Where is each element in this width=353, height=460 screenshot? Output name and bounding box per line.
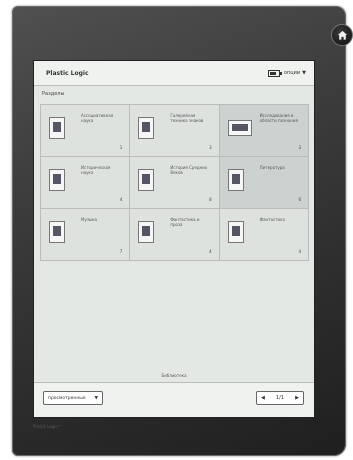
- collection-name: История Средних Веков: [170, 165, 208, 175]
- collection-name: Историческая наука: [81, 165, 111, 175]
- options-label: опции: [283, 70, 301, 76]
- collection-count: 4: [298, 249, 301, 254]
- book-cover-thumbnail: [227, 120, 252, 136]
- page-indicator: 1/1: [275, 395, 285, 401]
- home-icon: [337, 30, 347, 40]
- chevron-down-icon: ▼: [94, 395, 98, 401]
- collection-name: Фантастика и проза: [170, 217, 200, 227]
- book-cover-thumbnail: [138, 169, 155, 191]
- collection-count: 7: [119, 249, 123, 254]
- collection-name: Литература: [259, 165, 285, 170]
- collection-name: Музыка: [81, 217, 97, 222]
- battery-icon: [267, 69, 282, 77]
- collection-name: Галерейная техника знаков: [170, 113, 204, 123]
- app-title: Plastic Logic: [46, 69, 89, 77]
- book-cover-thumbnail: [138, 221, 155, 243]
- home-button[interactable]: [331, 24, 353, 46]
- book-cover-thumbnail: [49, 117, 65, 139]
- collection-count: 3: [298, 145, 301, 150]
- collection-tile[interactable]: Ассоциативная наука 1: [41, 105, 131, 157]
- book-cover-thumbnail: [138, 117, 155, 139]
- collection-name: Ассоциативная наука: [81, 113, 114, 123]
- collection-tile[interactable]: Литература 6: [219, 157, 309, 209]
- top-bar: Plastic Logic опции ▼: [34, 61, 314, 86]
- options-menu[interactable]: опции ▼: [284, 70, 306, 76]
- chevron-left-icon[interactable]: ◀: [261, 395, 265, 401]
- collection-tile[interactable]: Историческая наука 4: [41, 157, 131, 209]
- book-cover-thumbnail: [227, 221, 244, 243]
- book-cover-thumbnail: [49, 169, 65, 191]
- collection-count: 8: [209, 197, 212, 202]
- collection-name: Фантастика: [259, 217, 285, 222]
- chevron-right-icon[interactable]: ▶: [295, 395, 299, 401]
- device-screen: Plastic Logic опции ▼ Разделы Ассоциатив…: [33, 60, 315, 418]
- collection-name: Исследования в области познания: [259, 113, 298, 123]
- collection-count: 1: [119, 145, 123, 150]
- chevron-down-icon: ▼: [302, 70, 306, 76]
- collection-tile[interactable]: Фантастика 4: [219, 209, 309, 261]
- collection-tile[interactable]: История Средних Веков 8: [130, 157, 220, 209]
- sort-label: просмотренные: [48, 395, 86, 401]
- collection-count: 4: [119, 197, 123, 202]
- view-caption: Библиотека: [161, 373, 187, 378]
- collection-tile[interactable]: Исследования в области познания 3: [219, 105, 309, 157]
- collections-grid: Ассоциативная наука 1 Галерейная техника…: [40, 104, 309, 261]
- collection-tile[interactable]: Фантастика и проза 4: [130, 209, 220, 261]
- bottom-bar: просмотренные ▼ ◀ 1/1 ▶: [34, 382, 314, 417]
- collection-count: 3: [209, 145, 212, 150]
- collection-count: 6: [298, 197, 301, 202]
- collection-tile[interactable]: Музыка 7: [41, 209, 131, 261]
- page-navigator: ◀ 1/1 ▶: [256, 391, 304, 405]
- section-title: Разделы: [42, 91, 65, 97]
- book-cover-thumbnail: [227, 169, 244, 191]
- sort-dropdown[interactable]: просмотренные ▼: [43, 391, 103, 405]
- collection-count: 4: [209, 249, 212, 254]
- book-cover-thumbnail: [49, 221, 65, 243]
- device-brand: Plastic Logic™: [33, 424, 62, 429]
- collection-tile[interactable]: Галерейная техника знаков 3: [130, 105, 220, 157]
